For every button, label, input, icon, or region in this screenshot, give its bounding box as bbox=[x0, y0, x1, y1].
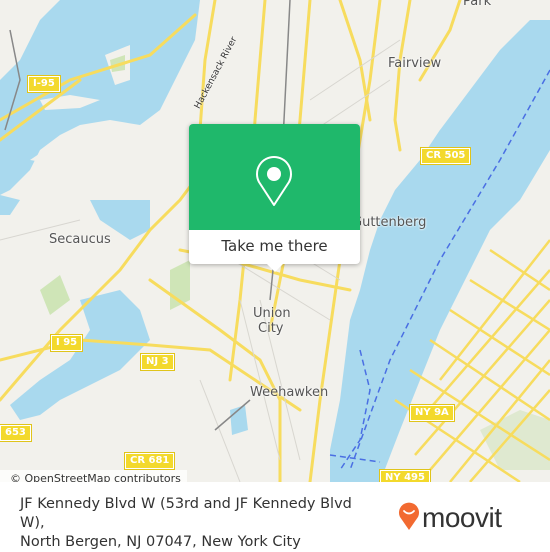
place-label-guttenberg: Guttenberg bbox=[352, 215, 427, 230]
route-shield-cr505: CR 505 bbox=[419, 147, 472, 165]
place-label-park: Park bbox=[463, 0, 492, 9]
route-shield-i95-lower: I 95 bbox=[49, 334, 84, 352]
popup-header bbox=[189, 124, 360, 230]
moovit-pin-icon bbox=[398, 501, 420, 535]
location-popup: Take me there bbox=[189, 124, 360, 272]
address-line-1: JF Kennedy Blvd W (53rd and JF Kennedy B… bbox=[20, 496, 352, 531]
moovit-wordmark: moovit bbox=[422, 502, 502, 533]
place-label-fairview: Fairview bbox=[388, 56, 442, 71]
address-text: JF Kennedy Blvd W (53rd and JF Kennedy B… bbox=[20, 495, 380, 552]
route-shield-cr681: CR 681 bbox=[123, 452, 176, 470]
route-shield-ny9a: NY 9A bbox=[409, 404, 455, 422]
address-line-2: North Bergen, NJ 07047, New York City bbox=[20, 534, 301, 550]
map-view[interactable]: Fairview Park Secaucus Guttenberg Union … bbox=[0, 0, 550, 482]
footer: JF Kennedy Blvd W (53rd and JF Kennedy B… bbox=[0, 482, 550, 550]
route-shield-i95: I-95 bbox=[27, 75, 61, 93]
place-label-weehawken: Weehawken bbox=[250, 385, 329, 400]
route-shield-653: 653 bbox=[0, 424, 32, 442]
popup-pointer bbox=[267, 264, 283, 272]
route-shield-nj3: NJ 3 bbox=[140, 353, 175, 371]
moovit-logo[interactable]: moovit bbox=[398, 501, 502, 535]
place-label-city: City bbox=[258, 321, 284, 336]
map-attribution[interactable]: © OpenStreetMap contributors bbox=[0, 470, 187, 482]
take-me-there-button[interactable]: Take me there bbox=[189, 230, 360, 264]
place-label-secaucus: Secaucus bbox=[49, 232, 111, 247]
place-label-union: Union bbox=[253, 306, 291, 321]
route-shield-ny495: NY 495 bbox=[379, 469, 431, 482]
